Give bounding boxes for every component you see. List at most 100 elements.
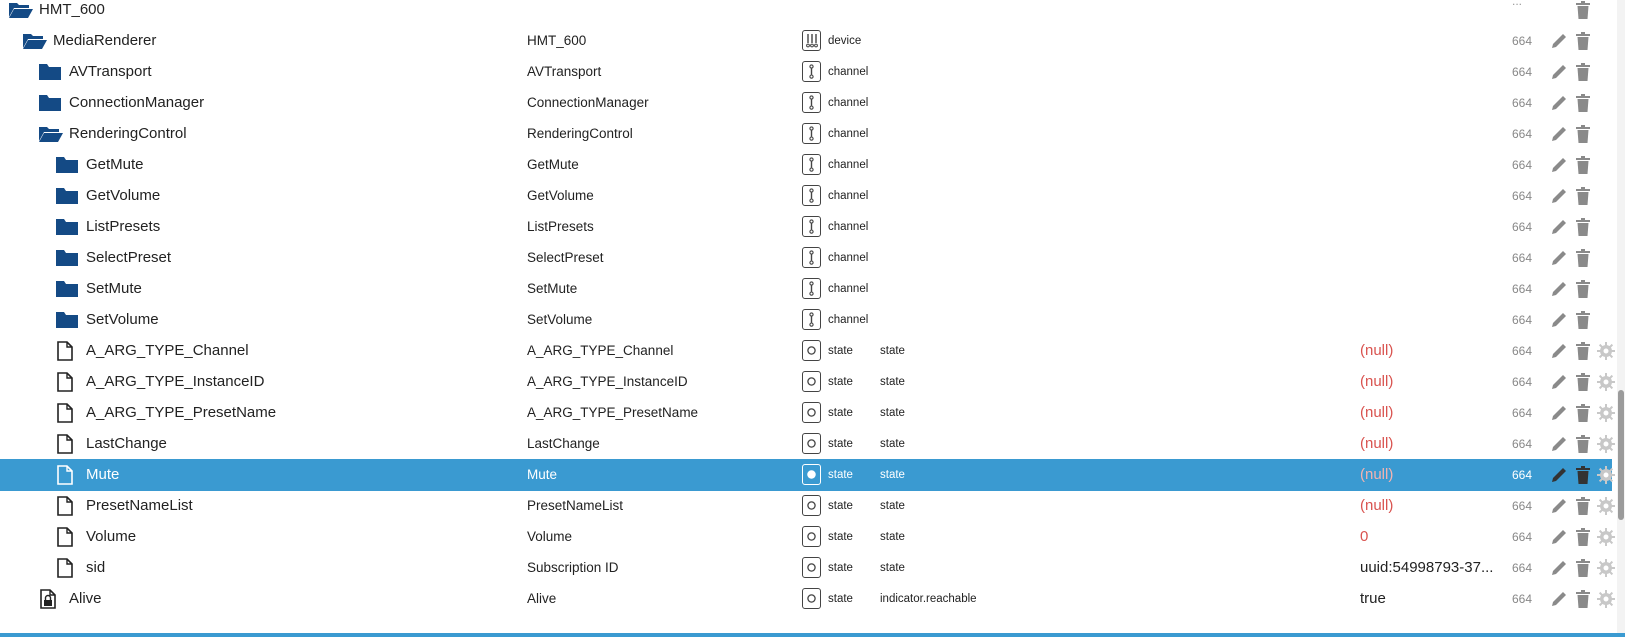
object-id[interactable]: A_ARG_TYPE_PresetName bbox=[86, 397, 276, 429]
edit-icon[interactable] bbox=[1549, 496, 1569, 516]
object-id[interactable]: Alive bbox=[69, 583, 102, 615]
tree-row[interactable]: A_ARG_TYPE_PresetName A_ARG_TYPE_PresetNa… bbox=[0, 397, 1615, 429]
edit-icon[interactable] bbox=[1549, 186, 1569, 206]
object-id[interactable]: GetVolume bbox=[86, 180, 160, 212]
tree-row[interactable]: Alive Alive state indicator.reachable true 66… bbox=[0, 583, 1615, 615]
object-id[interactable]: A_ARG_TYPE_InstanceID bbox=[86, 366, 264, 398]
gear-icon[interactable] bbox=[1596, 341, 1616, 361]
tree-row[interactable]: A_ARG_TYPE_Channel A_ARG_TYPE_Channel stat… bbox=[0, 335, 1615, 367]
folder-icon[interactable] bbox=[55, 155, 78, 175]
edit-icon[interactable] bbox=[1549, 434, 1569, 454]
tree-row[interactable]: A_ARG_TYPE_InstanceID A_ARG_TYPE_Instance… bbox=[0, 366, 1615, 398]
object-id[interactable]: SetVolume bbox=[86, 304, 159, 336]
tree-row[interactable]: LastChange LastChange state state (null) 664 bbox=[0, 428, 1615, 460]
edit-icon[interactable] bbox=[1549, 31, 1569, 51]
gear-icon[interactable] bbox=[1596, 403, 1616, 423]
edit-icon[interactable] bbox=[1549, 279, 1569, 299]
tree-row[interactable]: SetVolume SetVolume channel 664 bbox=[0, 304, 1612, 336]
delete-icon[interactable] bbox=[1573, 372, 1593, 392]
folder-open-icon[interactable] bbox=[8, 0, 33, 20]
object-id[interactable]: GetMute bbox=[86, 149, 144, 181]
object-value[interactable]: (null) bbox=[1360, 397, 1393, 429]
tree-row[interactable]: GetVolume GetVolume channel 664 bbox=[0, 180, 1612, 212]
object-id[interactable]: Mute bbox=[86, 459, 119, 491]
object-id[interactable]: A_ARG_TYPE_Channel bbox=[86, 335, 249, 367]
object-id[interactable]: HMT_600 bbox=[39, 0, 105, 26]
edit-icon[interactable] bbox=[1549, 124, 1569, 144]
folder-open-icon[interactable] bbox=[38, 124, 63, 144]
object-value[interactable]: true bbox=[1360, 583, 1386, 615]
delete-icon[interactable] bbox=[1573, 589, 1593, 609]
folder-icon[interactable] bbox=[55, 310, 78, 330]
object-value[interactable]: (null) bbox=[1360, 428, 1393, 460]
folder-icon[interactable] bbox=[38, 93, 61, 113]
delete-icon[interactable] bbox=[1573, 527, 1593, 547]
tree-row[interactable]: HMT_600 bbox=[0, 0, 1612, 26]
file-icon[interactable] bbox=[55, 403, 77, 423]
delete-icon[interactable] bbox=[1573, 248, 1593, 268]
object-id[interactable]: AVTransport bbox=[69, 56, 152, 88]
edit-icon[interactable] bbox=[1549, 310, 1569, 330]
tree-row[interactable]: AVTransport AVTransport channel 664 bbox=[0, 56, 1612, 88]
object-id[interactable]: ListPresets bbox=[86, 211, 160, 243]
tree-row[interactable]: SetMute SetMute channel 664 bbox=[0, 273, 1612, 305]
gear-icon[interactable] bbox=[1596, 589, 1616, 609]
folder-icon[interactable] bbox=[55, 186, 78, 206]
object-value[interactable]: (null) bbox=[1360, 335, 1393, 367]
object-id[interactable]: MediaRenderer bbox=[53, 25, 156, 57]
delete-icon[interactable] bbox=[1573, 310, 1593, 330]
gear-icon[interactable] bbox=[1596, 496, 1616, 516]
edit-icon[interactable] bbox=[1549, 341, 1569, 361]
delete-icon[interactable] bbox=[1573, 279, 1593, 299]
edit-icon[interactable] bbox=[1549, 465, 1569, 485]
file-icon[interactable] bbox=[55, 434, 77, 454]
delete-icon[interactable] bbox=[1573, 403, 1593, 423]
delete-icon[interactable] bbox=[1573, 31, 1593, 51]
object-id[interactable]: SetMute bbox=[86, 273, 142, 305]
tree-row[interactable]: Mute Mute state state (null) 664 bbox=[0, 459, 1615, 491]
edit-icon[interactable] bbox=[1549, 217, 1569, 237]
tree-row[interactable]: ListPresets ListPresets channel 664 bbox=[0, 211, 1612, 243]
delete-icon[interactable] bbox=[1573, 434, 1593, 454]
object-id[interactable]: ConnectionManager bbox=[69, 87, 204, 119]
folder-icon[interactable] bbox=[55, 217, 78, 237]
edit-icon[interactable] bbox=[1549, 93, 1569, 113]
delete-icon[interactable] bbox=[1573, 124, 1593, 144]
folder-icon[interactable] bbox=[38, 62, 61, 82]
edit-icon[interactable] bbox=[1549, 248, 1569, 268]
scrollbar-thumb[interactable] bbox=[1618, 390, 1624, 520]
tree-row[interactable]: sid Subscription ID state state uuid:5499879… bbox=[0, 552, 1615, 584]
delete-icon[interactable] bbox=[1573, 217, 1593, 237]
object-id[interactable]: sid bbox=[86, 552, 105, 584]
delete-icon[interactable] bbox=[1573, 155, 1593, 175]
file-icon[interactable] bbox=[55, 558, 77, 578]
gear-icon[interactable] bbox=[1596, 527, 1616, 547]
edit-icon[interactable] bbox=[1549, 155, 1569, 175]
file-lock-icon[interactable] bbox=[38, 589, 60, 609]
delete-icon[interactable] bbox=[1573, 465, 1593, 485]
tree-row[interactable]: RenderingControl RenderingControl channel 6… bbox=[0, 118, 1612, 150]
object-value[interactable]: (null) bbox=[1360, 459, 1393, 491]
tree-row[interactable]: GetMute GetMute channel 664 bbox=[0, 149, 1612, 181]
object-id[interactable]: RenderingControl bbox=[69, 118, 187, 150]
gear-icon[interactable] bbox=[1596, 558, 1616, 578]
file-icon[interactable] bbox=[55, 372, 77, 392]
object-id[interactable]: Volume bbox=[86, 521, 136, 553]
gear-icon[interactable] bbox=[1596, 372, 1616, 392]
object-id[interactable]: SelectPreset bbox=[86, 242, 171, 274]
tree-row[interactable]: Volume Volume state state 0 664 bbox=[0, 521, 1615, 553]
file-icon[interactable] bbox=[55, 496, 77, 516]
edit-icon[interactable] bbox=[1549, 372, 1569, 392]
object-value[interactable]: uuid:54998793-37... bbox=[1360, 552, 1493, 584]
file-icon[interactable] bbox=[55, 465, 77, 485]
edit-icon[interactable] bbox=[1549, 403, 1569, 423]
folder-icon[interactable] bbox=[55, 248, 78, 268]
delete-icon[interactable] bbox=[1573, 62, 1593, 82]
edit-icon[interactable] bbox=[1549, 558, 1569, 578]
delete-icon[interactable] bbox=[1573, 341, 1593, 361]
tree-row[interactable]: PresetNameList PresetNameList state state (n… bbox=[0, 490, 1615, 522]
delete-icon[interactable] bbox=[1573, 558, 1593, 578]
scrollbar-track[interactable] bbox=[1617, 0, 1625, 637]
edit-icon[interactable] bbox=[1549, 589, 1569, 609]
folder-open-icon[interactable] bbox=[22, 31, 47, 51]
